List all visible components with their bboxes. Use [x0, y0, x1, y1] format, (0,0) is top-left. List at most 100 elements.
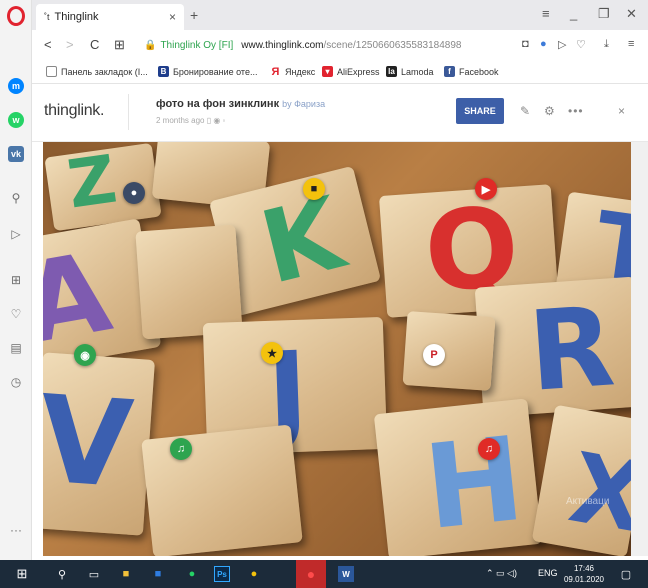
photo-marker[interactable]: ◉	[74, 344, 96, 366]
download-icon[interactable]: ⤓	[604, 38, 609, 51]
tab-thinglink[interactable]: ˚t Thinglink ×	[36, 4, 184, 30]
bookmark-label: Lamoda	[401, 66, 434, 77]
news-icon[interactable]: ▤	[8, 340, 24, 356]
bookmark-folder[interactable]: Панель закладок (I...	[46, 66, 148, 77]
back-button[interactable]: <	[44, 37, 52, 52]
page-scrollbar[interactable]	[631, 142, 648, 556]
menu-icon[interactable]: ≡	[628, 38, 634, 50]
file-explorer-icon[interactable]: ■	[118, 566, 134, 582]
settings-icon[interactable]: ⚙	[544, 104, 555, 118]
whatsapp-icon[interactable]: ●	[184, 566, 200, 582]
new-tab-button[interactable]: +	[190, 7, 198, 23]
youtube-icon: ▶	[481, 183, 491, 196]
chrome-icon[interactable]: ●	[246, 566, 262, 582]
tile-letter: H	[418, 411, 530, 556]
minimize-button[interactable]: _	[570, 6, 577, 21]
play-icon[interactable]: ▷	[558, 38, 566, 51]
scene-title: фото на фон зинклинк by Фариза	[156, 98, 325, 110]
tab-title: Thinglink	[54, 11, 99, 23]
edit-icon[interactable]: ✎	[520, 104, 530, 118]
send-icon[interactable]: ▷	[8, 226, 24, 242]
vpn-shield-icon[interactable]: ●	[540, 38, 547, 50]
letter-tile: R	[474, 276, 631, 418]
notifications-icon[interactable]: ▢	[618, 566, 634, 582]
tile-letter: R	[524, 282, 619, 416]
url-host: www.thinglink.com	[241, 39, 324, 51]
thinglink-favicon-icon: ˚t	[44, 12, 50, 22]
bookmark-facebook[interactable]: f Facebook	[444, 66, 499, 77]
bookmark-booking[interactable]: B Бронирование оте...	[158, 66, 257, 77]
tile-letter: X	[561, 431, 631, 555]
store-icon[interactable]: ■	[150, 566, 166, 582]
speed-dial-button[interactable]: ⊞	[114, 37, 125, 53]
opera-sidebar: m w vk ⚲ ▷ ⊞ ♡ ▤ ◷ ···	[0, 0, 32, 560]
location-marker[interactable]: ●	[123, 182, 145, 204]
folder-icon	[46, 66, 57, 77]
site-identity: Thinglink Oy [FI]	[160, 39, 234, 51]
star-icon: ★	[267, 347, 277, 360]
video-marker[interactable]: ■	[303, 178, 325, 200]
apps-icon[interactable]: ⊞	[8, 272, 24, 288]
forward-button[interactable]: >	[66, 37, 74, 52]
bookmark-lamoda[interactable]: la Lamoda	[386, 66, 434, 77]
heart-icon[interactable]: ♡	[576, 38, 586, 51]
lamoda-icon: la	[386, 66, 397, 77]
messenger-icon[interactable]: m	[8, 78, 24, 94]
windows-activation-watermark: Активаци	[566, 496, 610, 507]
opera-logo-icon[interactable]	[7, 6, 25, 26]
bookmark-aliexpress[interactable]: ▾ AliExpress	[322, 66, 380, 77]
thinglink-header: thinglink. фото на фон зинклинк by Фариза…	[32, 84, 648, 142]
star-marker[interactable]: ★	[261, 342, 283, 364]
scene-title-text: фото на фон зинклинк	[156, 98, 280, 110]
close-window-button[interactable]: ✕	[626, 6, 637, 22]
photoshop-icon[interactable]: Ps	[214, 566, 230, 582]
thinglink-logo[interactable]: thinglink.	[44, 102, 104, 120]
search-icon[interactable]: ⚲	[54, 566, 70, 582]
scene-age: 2 months ago	[156, 116, 205, 125]
history-icon[interactable]: ◷	[8, 374, 24, 390]
camera-icon: ◉	[80, 349, 90, 362]
tab-close-icon[interactable]: ×	[169, 10, 176, 24]
camera-icon[interactable]: ◘	[522, 38, 529, 50]
clock-time: 17:46	[573, 564, 595, 573]
pinterest-icon: P	[430, 349, 438, 361]
address-bar[interactable]: 🔒 Thinglink Oy [FI] www.thinglink.com /s…	[144, 35, 500, 55]
search-icon[interactable]: ⚲	[8, 190, 24, 206]
map-pin-icon: ●	[130, 187, 138, 199]
bookmark-label: Яндекс	[285, 66, 316, 77]
reload-button[interactable]: C	[90, 37, 99, 52]
vk-icon[interactable]: vk	[8, 146, 24, 162]
whatsapp-icon[interactable]: w	[8, 112, 24, 128]
system-clock[interactable]: 17:46 09.01.2020	[562, 563, 606, 585]
more-icon[interactable]: •••	[568, 104, 584, 118]
tray-icons[interactable]: ⌃ ▭ ◁)	[486, 568, 517, 579]
youtube-marker[interactable]: ▶	[475, 178, 497, 200]
bookmark-label: Бронирование оте...	[173, 66, 258, 77]
scene-author[interactable]: by Фариза	[282, 99, 325, 109]
music-note-icon: ♫	[484, 443, 494, 455]
bookmark-yandex[interactable]: Я Яндекс	[270, 66, 316, 78]
restore-button[interactable]: ❐	[598, 6, 610, 22]
url-path: /scene/1250660635583184898	[323, 39, 462, 51]
letter-tile	[141, 424, 303, 556]
language-indicator[interactable]: ENG	[538, 568, 558, 578]
address-toolbar: < > C ⊞ 🔒 Thinglink Oy [FI] www.thinglin…	[32, 30, 648, 60]
more-icon[interactable]: ···	[8, 522, 24, 538]
video-camera-icon: ■	[310, 183, 318, 195]
word-icon[interactable]: W	[338, 566, 354, 582]
tab-menu-icon[interactable]: ≡	[542, 6, 550, 21]
music-marker-red[interactable]: ♫	[478, 438, 500, 460]
task-view-icon[interactable]: ▭	[86, 566, 102, 582]
opera-icon[interactable]: ●	[296, 560, 326, 588]
share-button[interactable]: SHARE	[456, 98, 504, 124]
music-marker-green[interactable]: ♫	[170, 438, 192, 460]
windows-taskbar: ⊞ ⚲ ▭ ■ ■ ● Ps ● ● W ⌃ ▭ ◁) ENG 17:46 09…	[0, 560, 648, 588]
windows-start-icon[interactable]: ⊞	[14, 566, 30, 582]
heart-icon[interactable]: ♡	[8, 306, 24, 322]
views-icon: ▯ ◉ ◦	[206, 116, 226, 125]
letter-tile: V	[43, 352, 156, 536]
aliexpress-icon: ▾	[322, 66, 333, 77]
scene-image[interactable]: Z K Q T A R J V H X ● ■ ▶ ◉ ★ P ♫ ♫	[43, 142, 631, 556]
pinterest-marker[interactable]: P	[423, 344, 445, 366]
close-icon[interactable]: ×	[618, 104, 625, 118]
